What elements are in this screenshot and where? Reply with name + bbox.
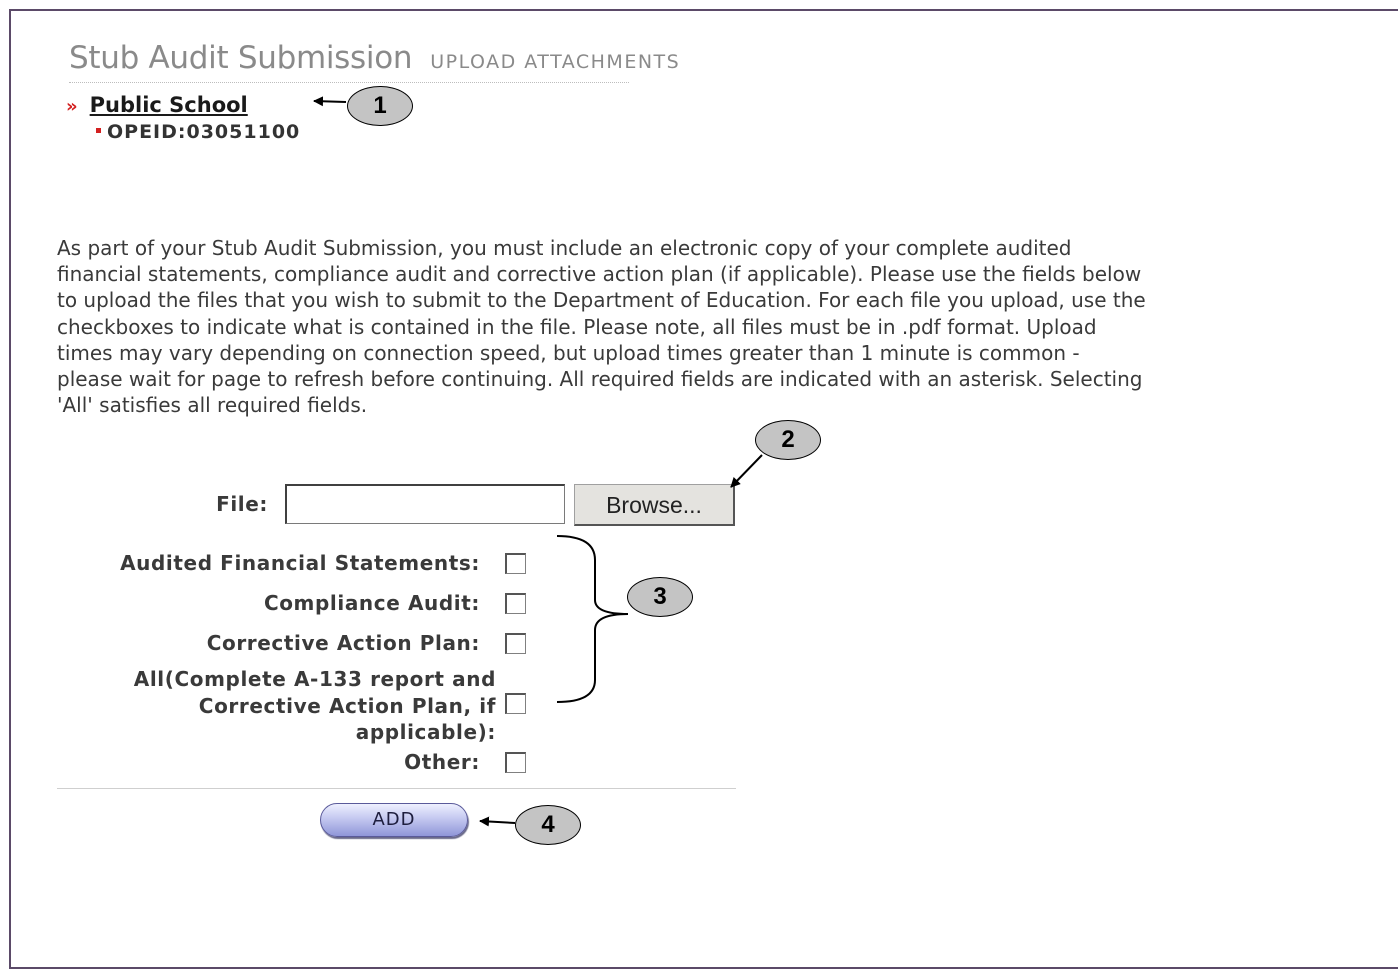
title-divider	[69, 82, 629, 83]
double-chevron-icon: »	[66, 96, 78, 117]
other-checkbox[interactable]	[505, 752, 526, 773]
callout-3: 3	[627, 577, 693, 617]
instructions-text: As part of your Stub Audit Submission, y…	[57, 236, 1146, 418]
corrective-action-plan-label: Corrective Action Plan:	[206, 631, 480, 655]
file-path-input[interactable]	[285, 484, 565, 524]
title-subtitle: UPLOAD ATTACHMENTS	[430, 51, 681, 73]
callout-4: 4	[515, 805, 581, 845]
compliance-audit-label: Compliance Audit:	[263, 591, 480, 615]
corrective-action-plan-checkbox[interactable]	[505, 633, 526, 654]
form-separator	[57, 788, 736, 789]
school-name-link[interactable]: Public School	[90, 93, 248, 117]
callout-2: 2	[755, 420, 821, 460]
audited-financial-statements-checkbox[interactable]	[505, 553, 526, 574]
file-label: File:	[216, 492, 268, 516]
other-label: Other:	[404, 750, 480, 774]
page-title: Stub Audit Submission UPLOAD ATTACHMENTS	[69, 40, 680, 76]
school-heading: » Public School	[66, 93, 248, 117]
callout-1: 1	[347, 86, 413, 126]
all-report-checkbox[interactable]	[505, 693, 526, 714]
audited-financial-statements-label: Audited Financial Statements:	[120, 551, 480, 575]
title-main: Stub Audit Submission	[69, 40, 413, 76]
add-button[interactable]: ADD	[320, 803, 468, 837]
browse-button[interactable]: Browse...	[574, 484, 735, 526]
opeid-line: OPEID:03051100	[96, 121, 300, 143]
opeid-value: OPEID:03051100	[107, 121, 301, 143]
compliance-audit-checkbox[interactable]	[505, 593, 526, 614]
bullet-icon	[96, 128, 101, 133]
all-report-label: All(Complete A-133 report and Corrective…	[133, 667, 496, 744]
